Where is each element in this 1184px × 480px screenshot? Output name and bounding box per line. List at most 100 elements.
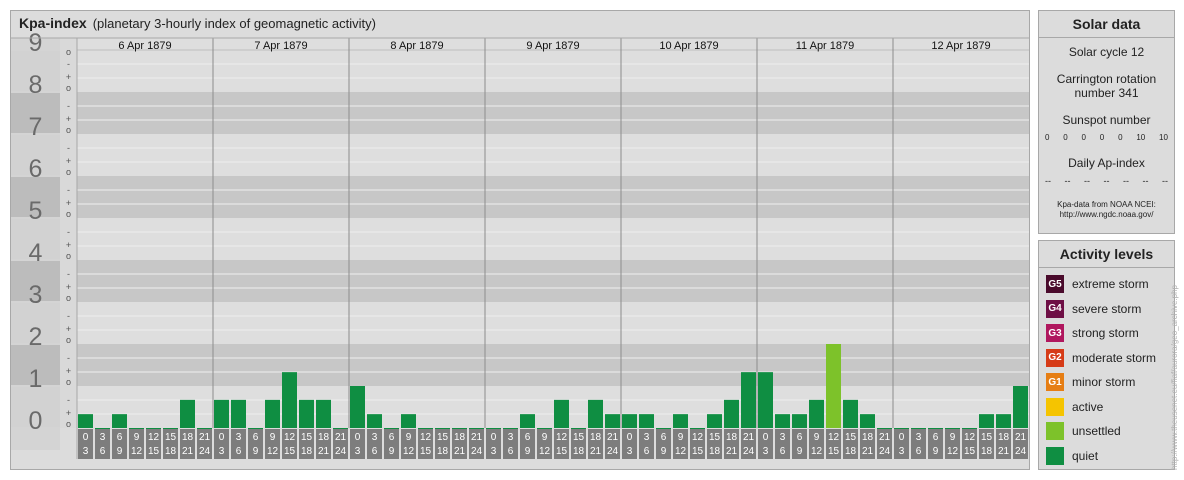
ap-values: -- -- -- -- -- -- -- xyxy=(1039,176,1174,186)
interval-end-label: 15 xyxy=(148,446,160,457)
kp-bar xyxy=(180,399,195,428)
y-major-tick-label: 5 xyxy=(29,197,43,225)
interval-start-label: 3 xyxy=(508,432,514,443)
interval-end-label: 15 xyxy=(556,446,568,457)
level-swatch: G4 xyxy=(1046,299,1064,318)
interval-start-label: 18 xyxy=(998,432,1010,443)
y-minor-tick-label: + xyxy=(66,408,71,418)
interval-start-label: 15 xyxy=(437,432,449,443)
interval-end-label: 12 xyxy=(403,446,415,457)
interval-end-label: 12 xyxy=(131,446,143,457)
y-major-tick-label: 2 xyxy=(29,323,43,351)
day-label: 9 Apr 1879 xyxy=(526,40,579,52)
day-label: 11 Apr 1879 xyxy=(796,40,855,52)
interval-start-label: 12 xyxy=(556,432,568,443)
day-label: 10 Apr 1879 xyxy=(659,40,718,52)
kp-bar xyxy=(214,399,229,428)
ap-label: Daily Ap-index xyxy=(1068,156,1145,170)
interval-end-label: 12 xyxy=(267,446,279,457)
sunspot-label: Sunspot number xyxy=(1062,113,1151,127)
level-label: quiet xyxy=(1072,448,1099,463)
interval-end-label: 9 xyxy=(661,446,667,457)
kp-bar xyxy=(758,372,773,428)
interval-end-label: 9 xyxy=(117,446,123,457)
interval-start-label: 6 xyxy=(525,432,531,443)
y-major-tick-label: 1 xyxy=(29,365,43,393)
interval-start-label: 18 xyxy=(182,432,194,443)
kp-band xyxy=(77,92,1029,134)
interval-start-label: 12 xyxy=(828,432,840,443)
y-minor-tick-label: + xyxy=(66,72,71,82)
interval-start-label: 21 xyxy=(743,432,755,443)
y-minor-tick-label: o xyxy=(66,335,71,345)
interval-end-label: 18 xyxy=(981,446,993,457)
activity-levels-panel: Activity levels G5 extreme storm G4 severe … xyxy=(1038,240,1175,470)
level-swatch xyxy=(1046,446,1064,465)
level-label: extreme storm xyxy=(1072,277,1149,291)
kp-bar xyxy=(350,386,365,428)
chart-subtitle: (planetary 3-hourly index of geomagnetic… xyxy=(92,16,376,31)
level-label: severe storm xyxy=(1072,301,1142,316)
interval-end-label: 24 xyxy=(607,446,619,457)
interval-start-label: 9 xyxy=(134,432,140,443)
ap-value: -- xyxy=(1103,176,1110,186)
y-minor-tick-label: + xyxy=(66,114,71,124)
interval-start-label: 15 xyxy=(165,432,177,443)
kp-bar xyxy=(520,414,535,428)
y-major-tick-label: 3 xyxy=(29,281,43,309)
interval-end-label: 9 xyxy=(797,446,803,457)
interval-end-label: 6 xyxy=(644,446,650,457)
kp-bar xyxy=(605,414,620,428)
y-minor-tick-label: + xyxy=(66,324,71,334)
interval-end-label: 21 xyxy=(318,446,330,457)
credit-line2: http://www.ngdc.noaa.gov/ xyxy=(1059,210,1154,219)
y-minor-tick-label: o xyxy=(66,419,71,429)
activity-level-extreme-storm: G5 extreme storm xyxy=(1046,274,1149,294)
interval-start-label: 0 xyxy=(627,432,633,443)
interval-end-label: 21 xyxy=(998,446,1010,457)
y-minor-tick-label: - xyxy=(67,227,70,237)
interval-start-label: 0 xyxy=(219,432,225,443)
ap-value: -- xyxy=(1084,176,1090,186)
sunspot-value: 10 xyxy=(1136,133,1146,142)
kpa-chart-panel: 0 1 2 3 4 5 6 7 8 9 o + - o + - o + - o + - o + - o + - o + - o + - o + - o 6 … xyxy=(10,10,1030,470)
interval-start-label: 3 xyxy=(780,432,786,443)
kp-bar xyxy=(554,399,569,428)
carrington-line2: number 341 xyxy=(1074,86,1139,100)
interval-start-label: 3 xyxy=(100,432,106,443)
interval-start-label: 6 xyxy=(389,432,395,443)
interval-start-label: 21 xyxy=(335,432,347,443)
kp-bar xyxy=(265,399,280,428)
interval-end-label: 21 xyxy=(726,446,738,457)
activity-level-strong-storm: G3 strong storm xyxy=(1046,323,1139,343)
kp-bar xyxy=(1013,386,1028,428)
kp-band xyxy=(77,50,1029,92)
interval-end-label: 21 xyxy=(454,446,466,457)
credit-line1: Kpa-data from NOAA NCEI: xyxy=(1057,200,1156,209)
interval-start-label: 18 xyxy=(862,432,874,443)
kp-bar xyxy=(299,399,314,428)
y-minor-tick-label: - xyxy=(67,269,70,279)
kp-band xyxy=(77,344,1029,386)
activity-level-severe-storm: G4 severe storm xyxy=(1046,299,1141,319)
interval-start-label: 3 xyxy=(644,432,650,443)
y-major-tick-label: 8 xyxy=(29,71,43,99)
level-label: strong storm xyxy=(1072,326,1139,340)
kp-bar xyxy=(78,414,93,428)
interval-end-label: 12 xyxy=(539,446,551,457)
interval-end-label: 9 xyxy=(253,446,259,457)
interval-end-label: 9 xyxy=(389,446,395,457)
interval-start-label: 15 xyxy=(709,432,721,443)
y-minor-tick-label: - xyxy=(67,311,70,321)
interval-end-label: 12 xyxy=(947,446,959,457)
interval-end-label: 9 xyxy=(525,446,531,457)
interval-start-label: 12 xyxy=(284,432,296,443)
y-minor-tick-label: - xyxy=(67,143,70,153)
kp-bar xyxy=(775,414,790,428)
kp-bar xyxy=(112,414,127,428)
interval-start-label: 12 xyxy=(148,432,160,443)
level-swatch xyxy=(1046,397,1064,416)
y-minor-tick-label: o xyxy=(66,251,71,261)
interval-start-label: 18 xyxy=(590,432,602,443)
interval-start-label: 6 xyxy=(661,432,667,443)
